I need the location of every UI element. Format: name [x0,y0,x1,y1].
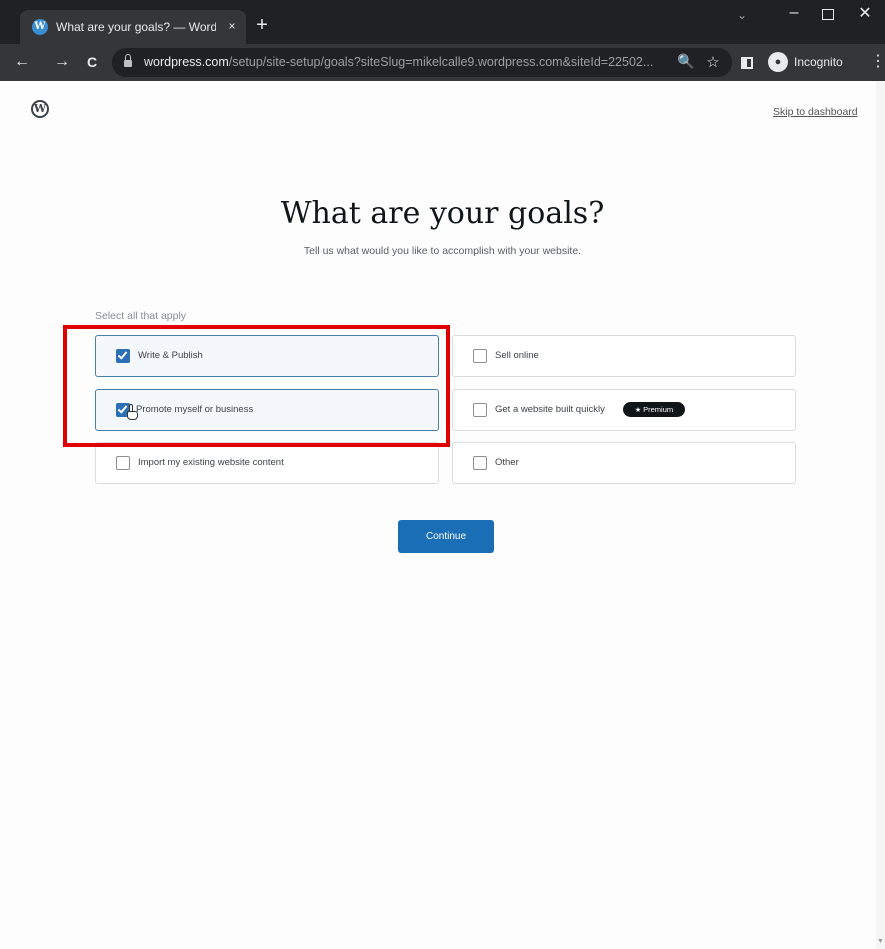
back-arrow-icon[interactable]: ← [12,52,32,72]
checkbox-icon[interactable] [473,456,487,470]
goal-option-sell-online[interactable]: Sell online [452,335,796,377]
premium-badge-label: Premium [643,405,674,414]
address-url[interactable]: wordpress.com/setup/site-setup/goals?sit… [144,55,664,69]
scroll-down-arrow-icon[interactable]: ▼ [877,938,884,946]
bookmark-star-icon[interactable]: ☆ [704,53,722,71]
goal-option-label: Other [495,457,519,468]
screenshot-frame: W What are your goals? — WordPr × + ⌄ – … [0,0,885,949]
checkbox-icon[interactable] [116,456,130,470]
side-panel-icon[interactable] [741,57,753,69]
goal-option-label: Sell online [495,350,539,361]
page-subtitle: Tell us what would you like to accomplis… [303,245,582,257]
new-tab-icon[interactable]: + [252,15,272,35]
wordpress-logo-icon[interactable]: W [31,100,49,118]
goal-option-import[interactable]: Import my existing website content [95,442,439,484]
zoom-icon[interactable]: 🔍 [677,53,695,71]
incognito-profile-button[interactable]: ● Incognito [768,50,858,74]
goal-option-label: Import my existing website content [138,457,284,468]
continue-button[interactable]: Continue [398,520,494,553]
url-host: wordpress.com [144,55,229,69]
window-close-icon[interactable]: ✕ [858,3,872,23]
browser-tab-strip: W What are your goals? — WordPr × + ⌄ – … [0,0,885,44]
page-title: What are your goals? [280,196,605,231]
premium-badge: ★ Premium [623,402,685,417]
address-bar[interactable]: wordpress.com/setup/site-setup/goals?sit… [112,48,732,77]
forward-arrow-icon[interactable]: → [52,52,72,72]
checkbox-icon[interactable] [473,403,487,417]
goal-option-label: Get a website built quickly [495,404,605,415]
checkbox-icon[interactable] [473,349,487,363]
goal-option-website-built[interactable]: Get a website built quickly ★ Premium [452,389,796,431]
url-path: /setup/site-setup/goals?siteSlug=mikelca… [228,55,654,69]
annotation-highlight-box [63,325,450,447]
tab-title: What are your goals? — WordPr [56,20,216,34]
incognito-label: Incognito [794,55,843,69]
browser-tab[interactable]: W What are your goals? — WordPr × [20,10,246,44]
browser-toolbar: ← → C wordpress.com/setup/site-setup/goa… [0,44,885,81]
wordpress-favicon-icon: W [32,19,48,35]
maximize-icon[interactable] [822,9,834,20]
skip-to-dashboard-link[interactable]: Skip to dashboard [773,106,858,118]
tab-search-chevron-icon[interactable]: ⌄ [735,8,749,22]
incognito-icon: ● [768,52,788,72]
reload-icon[interactable]: C [82,52,102,72]
select-all-label: Select all that apply [95,310,187,322]
kebab-menu-icon[interactable]: ⋮ [870,52,885,72]
lock-icon[interactable] [124,54,132,67]
tab-close-icon[interactable]: × [224,18,240,34]
page-scrollbar[interactable] [876,81,885,949]
page-content: W Skip to dashboard What are your goals?… [0,81,885,949]
goal-option-other[interactable]: Other [452,442,796,484]
premium-star-icon: ★ [634,407,642,414]
minimize-icon[interactable]: – [787,4,801,24]
